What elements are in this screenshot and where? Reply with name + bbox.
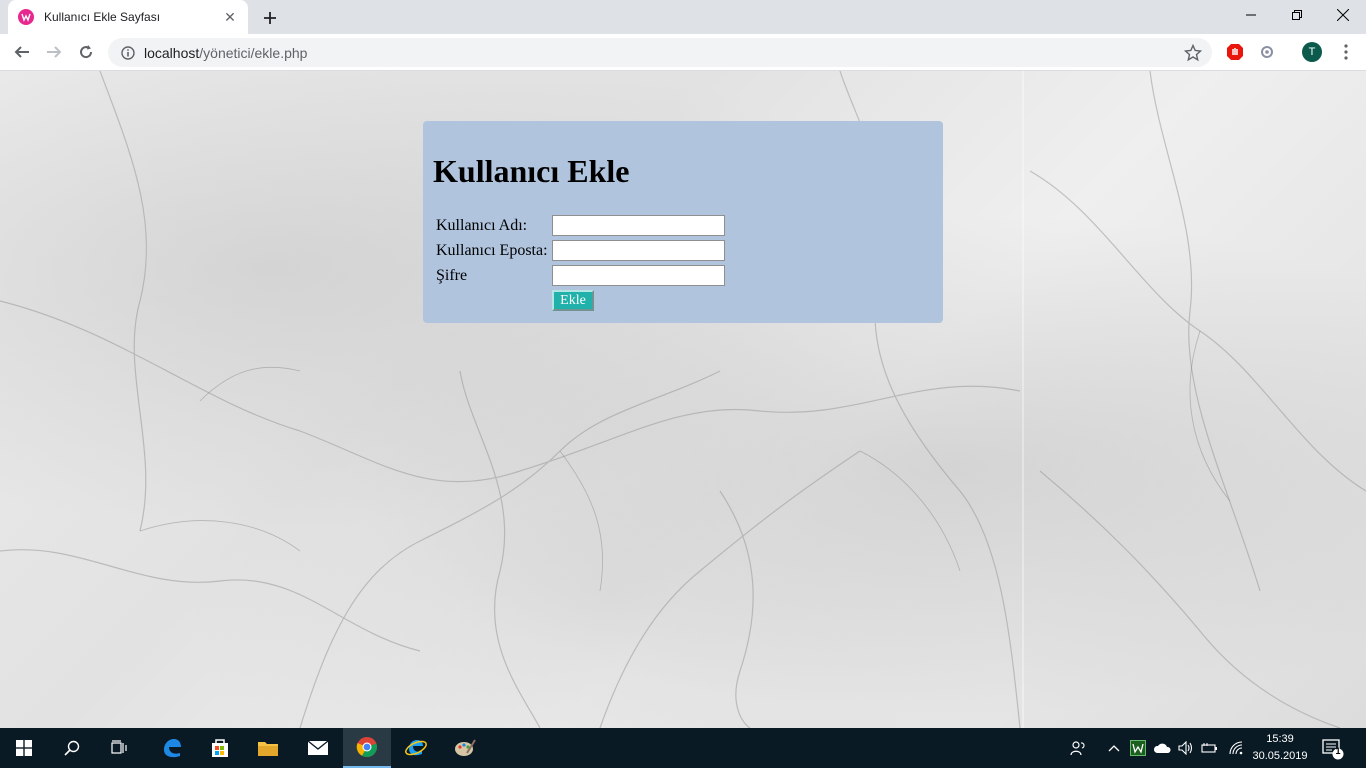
task-view-icon <box>111 740 127 754</box>
forward-button[interactable] <box>40 38 68 66</box>
close-window-button[interactable] <box>1320 0 1366 30</box>
close-icon <box>1337 9 1349 21</box>
paint-taskbar-button[interactable] <box>441 728 489 768</box>
submit-button[interactable]: Ekle <box>552 290 594 311</box>
windows-taskbar: 15:39 30.05.2019 1 <box>0 728 1366 768</box>
more-vertical-icon <box>1344 44 1348 60</box>
restore-icon <box>1292 10 1302 20</box>
wamp-tray-icon[interactable] <box>1128 738 1148 758</box>
adblock-extension-icon[interactable] <box>1225 42 1245 62</box>
url-host: localhost <box>144 44 200 61</box>
browser-toolbar: localhost /yönetici/ekle.php T <box>0 34 1366 71</box>
form-row-password: Şifre <box>436 263 725 288</box>
action-center-button[interactable]: 1 <box>1320 736 1344 760</box>
onedrive-icon[interactable] <box>1152 738 1172 758</box>
chevron-up-icon[interactable] <box>1104 738 1124 758</box>
tab-close-icon[interactable]: ✕ <box>222 9 238 25</box>
chrome-icon <box>356 737 377 758</box>
puzzle-extension-icon[interactable] <box>1257 42 1277 62</box>
tab-title: Kullanıcı Ekle Sayfası <box>44 10 161 24</box>
reload-icon <box>80 45 93 59</box>
edge-taskbar-button[interactable] <box>148 728 196 768</box>
browser-tab[interactable]: Kullanıcı Ekle Sayfası ✕ <box>8 0 248 34</box>
arrow-right-icon <box>47 46 62 58</box>
arrow-left-icon <box>14 46 29 58</box>
internet-explorer-icon <box>405 740 427 756</box>
form-row-username: Kullanıcı Adı: <box>436 213 725 238</box>
profile-avatar[interactable]: T <box>1302 42 1322 62</box>
minimize-button[interactable] <box>1228 0 1274 30</box>
add-user-form: Kullanıcı Adı: Kullanıcı Eposta: Şifre E… <box>436 213 725 311</box>
username-input[interactable] <box>552 215 725 236</box>
password-input[interactable] <box>552 265 725 286</box>
email-label: Kullanıcı Eposta: <box>436 241 548 259</box>
plus-icon <box>264 12 276 24</box>
new-tab-button[interactable] <box>258 6 282 30</box>
page-body: Kullanıcı Ekle Kullanıcı Adı: Kullanıcı … <box>0 71 1366 728</box>
palette-icon <box>455 739 476 756</box>
windows-logo-icon <box>16 740 32 756</box>
chrome-taskbar-button[interactable] <box>343 728 391 768</box>
edge-icon <box>164 739 181 758</box>
folder-icon <box>258 742 278 756</box>
page-title: Kullanıcı Ekle <box>433 153 630 189</box>
email-input[interactable] <box>552 240 725 261</box>
address-bar[interactable]: localhost /yönetici/ekle.php <box>108 38 1212 67</box>
add-user-panel: Kullanıcı Ekle Kullanıcı Adı: Kullanıcı … <box>423 121 943 323</box>
store-taskbar-button[interactable] <box>196 728 244 768</box>
form-row-email: Kullanıcı Eposta: <box>436 238 725 263</box>
clock-date: 30.05.2019 <box>1252 750 1308 762</box>
mail-icon <box>307 740 329 755</box>
system-clock[interactable]: 15:39 30.05.2019 <box>1250 731 1310 765</box>
tab-strip: Kullanıcı Ekle Sayfası ✕ <box>0 0 1366 34</box>
url-path: /yönetici/ekle.php <box>199 44 308 61</box>
volume-icon[interactable] <box>1176 738 1196 758</box>
ie-taskbar-button[interactable] <box>392 728 440 768</box>
password-label: Şifre <box>436 266 468 284</box>
search-icon <box>64 740 80 756</box>
info-icon[interactable] <box>120 45 136 61</box>
background-tile-seam <box>1022 71 1024 728</box>
reload-button[interactable] <box>72 38 100 66</box>
search-button[interactable] <box>48 728 96 768</box>
mail-taskbar-button[interactable] <box>294 728 342 768</box>
notification-count: 1 <box>1335 746 1341 756</box>
minimize-icon <box>1246 14 1256 16</box>
people-icon[interactable] <box>1068 738 1088 758</box>
star-icon[interactable] <box>1184 44 1202 62</box>
clock-time: 15:39 <box>1266 733 1294 745</box>
file-explorer-taskbar-button[interactable] <box>244 728 292 768</box>
wifi-icon[interactable] <box>1226 738 1246 758</box>
menu-button[interactable] <box>1336 42 1356 62</box>
task-view-button[interactable] <box>96 728 144 768</box>
battery-icon[interactable] <box>1200 738 1220 758</box>
back-button[interactable] <box>8 38 36 66</box>
wamp-favicon-icon <box>18 9 34 25</box>
restore-button[interactable] <box>1274 0 1320 30</box>
start-button[interactable] <box>0 728 48 768</box>
store-icon <box>212 739 228 757</box>
username-label: Kullanıcı Adı: <box>436 216 528 234</box>
